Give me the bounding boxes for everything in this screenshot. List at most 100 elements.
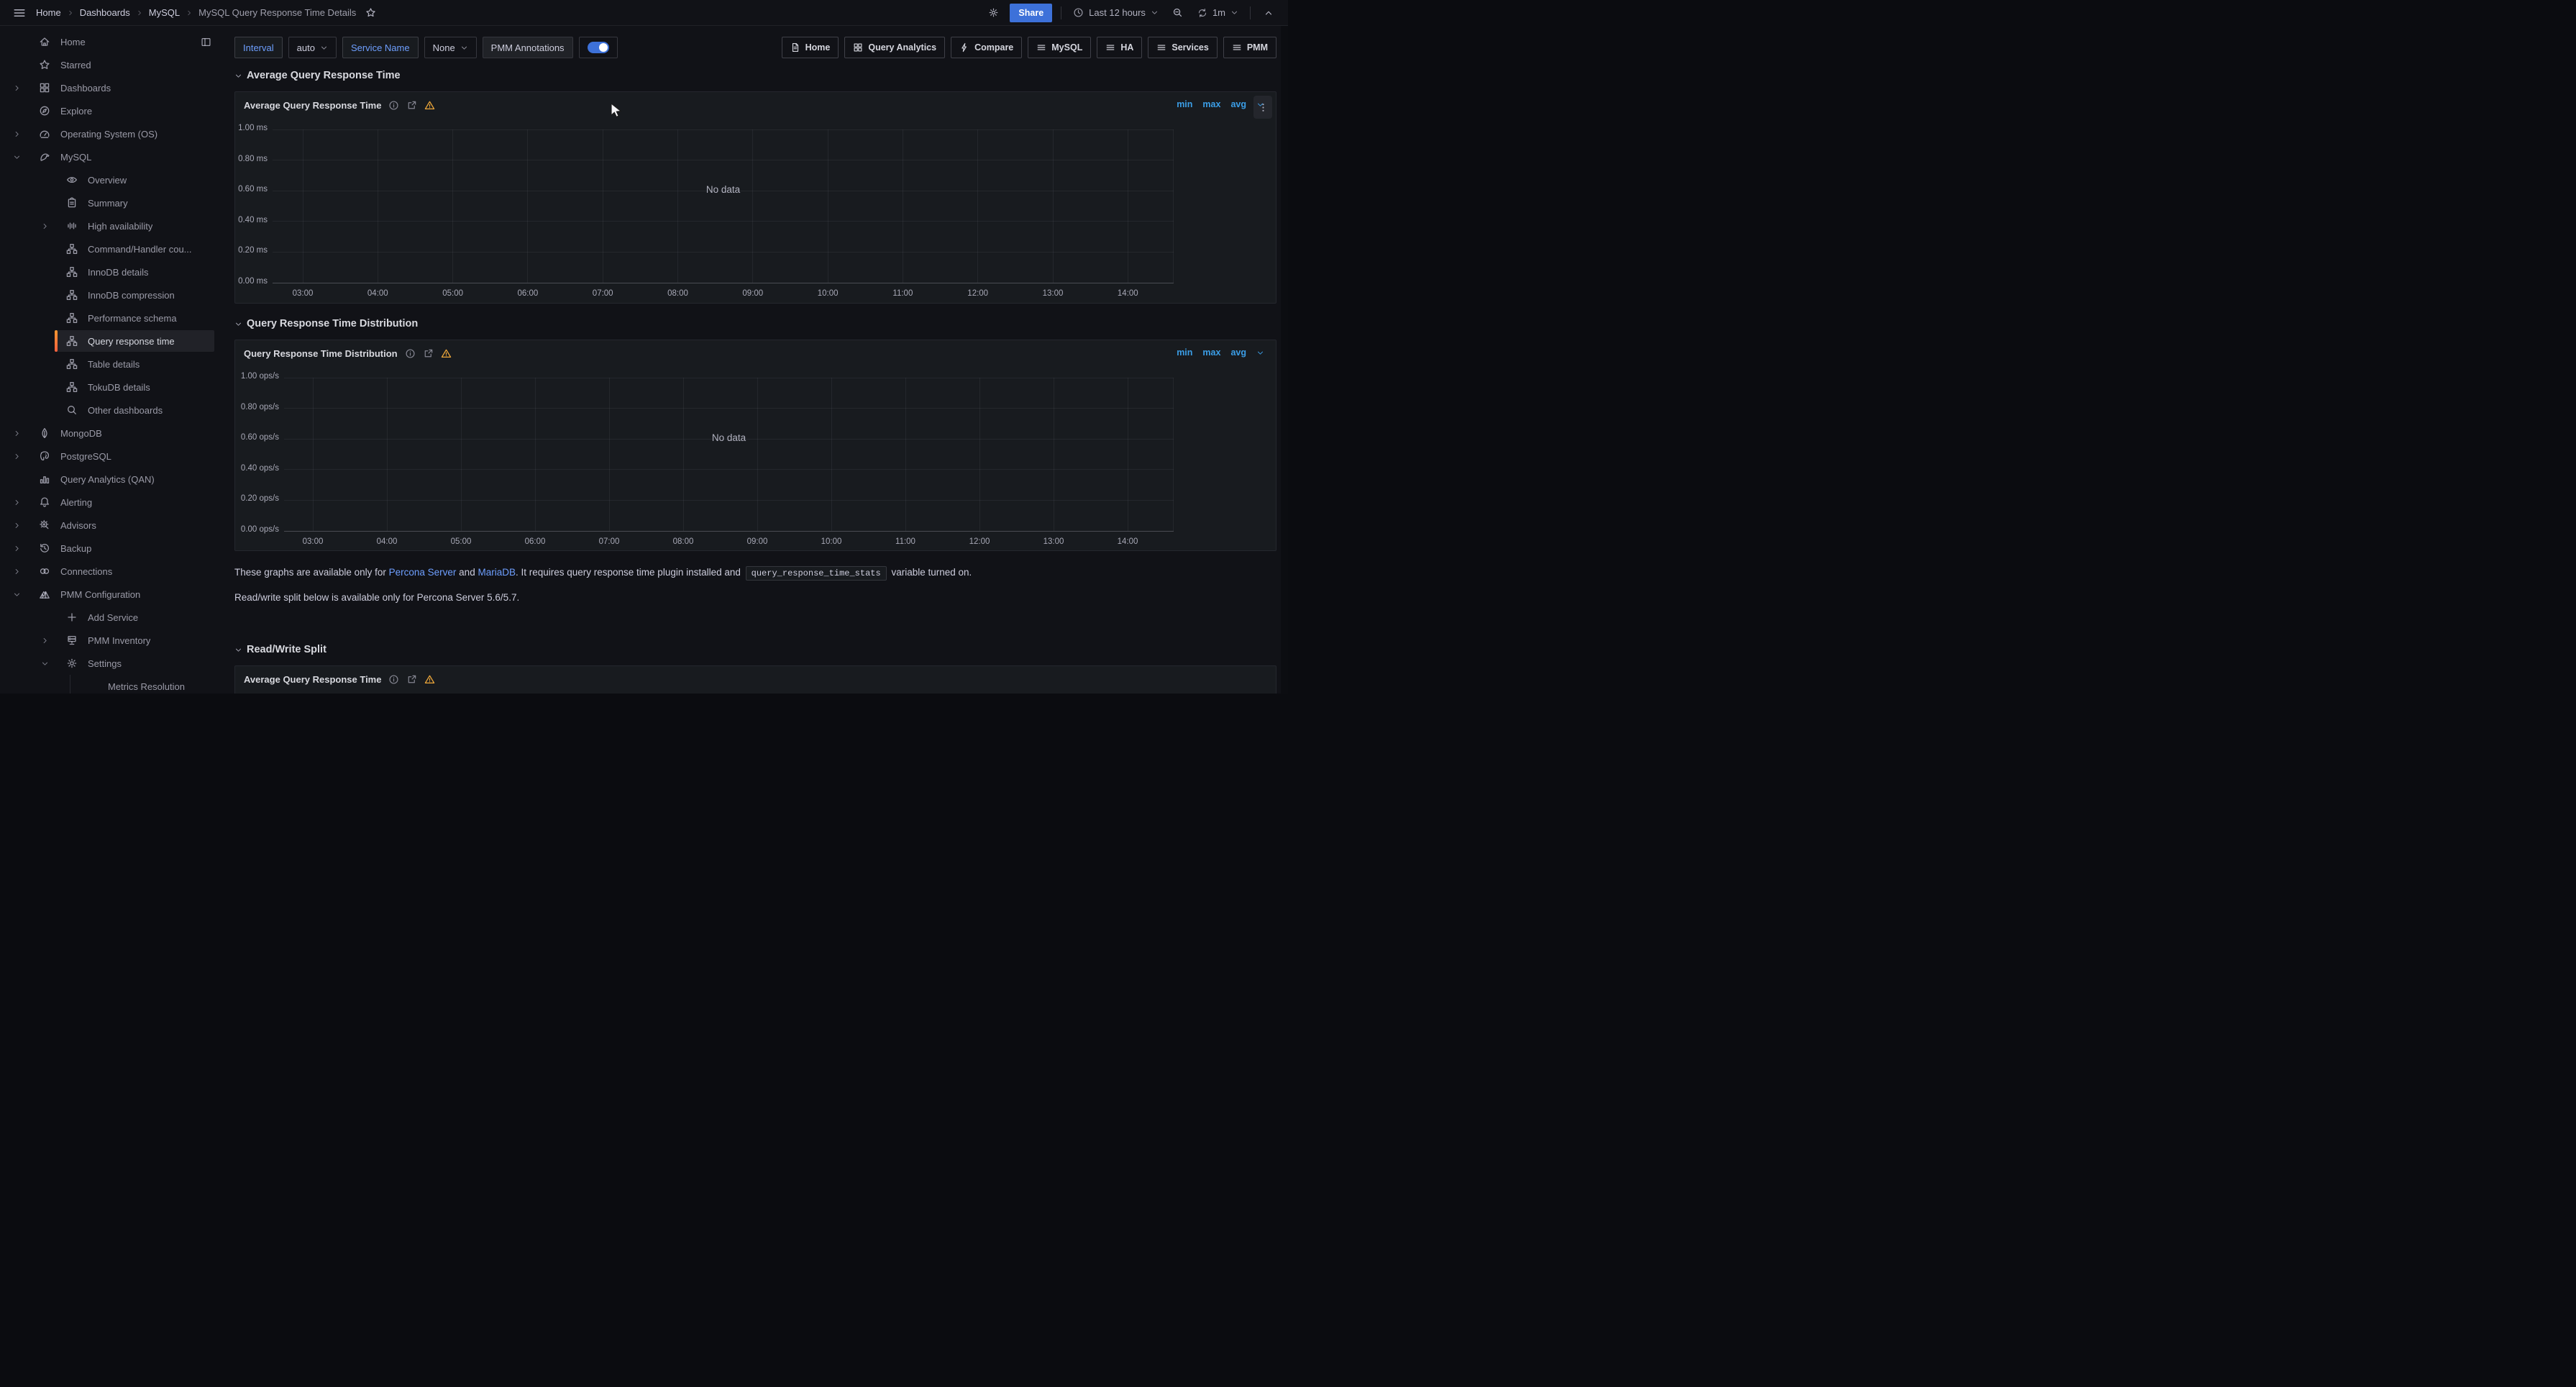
favorite-star-button[interactable] xyxy=(363,4,378,22)
sidebar-item-postgresql[interactable]: PostgreSQL xyxy=(0,445,223,468)
sidebar-item-metrics-resolution[interactable]: Metrics Resolution xyxy=(0,675,223,694)
chevron-right-icon[interactable] xyxy=(13,568,21,576)
sidebar-item-dashboards[interactable]: Dashboards xyxy=(0,76,223,99)
breadcrumb-item[interactable]: Dashboards xyxy=(80,7,130,18)
sidebar-item-explore[interactable]: Explore xyxy=(0,99,223,122)
section-header-query-response-time-distribution[interactable]: Query Response Time Distribution xyxy=(234,318,1276,329)
sitemap-icon xyxy=(66,312,78,324)
sidebar-item-performance-schema[interactable]: Performance schema xyxy=(0,306,223,329)
menu-toggle-button[interactable] xyxy=(10,4,29,22)
zoom-out-time-button[interactable] xyxy=(1169,4,1187,22)
link-button-pmm[interactable]: PMM xyxy=(1223,37,1276,58)
sidebar-item-tokudb-details[interactable]: TokuDB details xyxy=(0,376,223,399)
sidebar-item-operating-system-os[interactable]: Operating System (OS) xyxy=(0,122,223,145)
list-icon xyxy=(1232,42,1242,53)
chevron-right-icon[interactable] xyxy=(13,84,21,92)
pmm-annotations-toggle[interactable] xyxy=(579,37,618,58)
sidebar-item-mysql[interactable]: MySQL xyxy=(0,145,223,168)
chevron-down-icon[interactable] xyxy=(41,660,49,668)
legend-item-max[interactable]: max xyxy=(1202,99,1220,109)
sidebar-item-add-service[interactable]: Add Service xyxy=(0,606,223,629)
chevron-right-icon[interactable] xyxy=(13,499,21,506)
chevron-right-icon[interactable] xyxy=(13,429,21,437)
chevron-right-icon[interactable] xyxy=(13,453,21,460)
mariadb-link[interactable]: MariaDB xyxy=(478,567,516,578)
link-button-ha[interactable]: HA xyxy=(1097,37,1142,58)
info-icon[interactable] xyxy=(388,100,399,111)
sidebar-item-settings[interactable]: Settings xyxy=(0,652,223,675)
sidebar-item-pmm-inventory[interactable]: PMM Inventory xyxy=(0,629,223,652)
sidebar-item-alerting[interactable]: Alerting xyxy=(0,491,223,514)
info-icon[interactable] xyxy=(388,674,399,685)
sidebar-item-connections[interactable]: Connections xyxy=(0,560,223,583)
time-range-picker[interactable]: Last 12 hours xyxy=(1070,7,1161,18)
sidebar-item-innodb-compression[interactable]: InnoDB compression xyxy=(0,283,223,306)
chevron-down-icon[interactable] xyxy=(1256,349,1264,357)
link-button-query-analytics[interactable]: Query Analytics xyxy=(844,37,945,58)
chevron-down-icon[interactable] xyxy=(13,591,21,599)
sidebar-item-command-handler-cou[interactable]: Command/Handler cou... xyxy=(0,237,223,260)
chevron-right-icon[interactable] xyxy=(13,130,21,138)
sidebar-item-advisors[interactable]: Advisors xyxy=(0,514,223,537)
page-scrollbar[interactable] xyxy=(1281,26,1288,694)
section-header-read-write-split[interactable]: Read/Write Split xyxy=(234,644,1276,655)
legend-item-min[interactable]: min xyxy=(1177,99,1192,109)
x-axis-tick-label: 05:00 xyxy=(442,289,463,298)
divider xyxy=(1250,6,1251,19)
chevron-right-icon[interactable] xyxy=(41,637,49,645)
y-axis-tick-label: 0.20 ops/s xyxy=(241,494,279,503)
sidebar-item-summary[interactable]: Summary xyxy=(0,191,223,214)
warning-icon[interactable] xyxy=(424,674,435,685)
chevron-down-icon xyxy=(1256,349,1264,357)
chevron-right-icon[interactable] xyxy=(13,545,21,552)
interval-variable-select[interactable]: auto xyxy=(288,37,337,58)
sidebar-item-backup[interactable]: Backup xyxy=(0,537,223,560)
legend-item-max[interactable]: max xyxy=(1202,347,1220,358)
sidebar-item-innodb-details[interactable]: InnoDB details xyxy=(0,260,223,283)
link-button-services[interactable]: Services xyxy=(1148,37,1217,58)
legend-item-min[interactable]: min xyxy=(1177,347,1192,358)
external-link-icon[interactable] xyxy=(406,100,417,111)
chevron-right-icon[interactable] xyxy=(41,222,49,230)
percona-server-link[interactable]: Percona Server xyxy=(389,567,457,578)
sidebar-item-high-availability[interactable]: High availability xyxy=(0,214,223,237)
external-link-icon[interactable] xyxy=(423,348,434,359)
sidebar-item-overview[interactable]: Overview xyxy=(0,168,223,191)
service-name-variable-select[interactable]: None xyxy=(424,37,477,58)
panel-title[interactable]: Average Query Response Time xyxy=(244,100,381,111)
refresh-picker[interactable]: 1m xyxy=(1195,7,1241,18)
sidebar-item-label: InnoDB compression xyxy=(88,290,175,301)
warning-icon[interactable] xyxy=(424,100,435,111)
sidebar-item-query-analytics-qan[interactable]: Query Analytics (QAN) xyxy=(0,468,223,491)
chevron-right-icon[interactable] xyxy=(13,522,21,529)
breadcrumb-item[interactable]: MySQL xyxy=(149,7,180,18)
link-button-compare[interactable]: Compare xyxy=(951,37,1022,58)
share-button[interactable]: Share xyxy=(1010,4,1052,22)
dashboard-settings-button[interactable] xyxy=(984,4,1002,22)
info-icon[interactable] xyxy=(405,348,416,359)
panel-title[interactable]: Average Query Response Time xyxy=(244,674,381,685)
legend-item-avg[interactable]: avg xyxy=(1230,99,1246,109)
sidebar-item-other-dashboards[interactable]: Other dashboards xyxy=(0,399,223,422)
chevron-down-icon[interactable] xyxy=(13,153,21,161)
chevron-down-icon[interactable] xyxy=(1256,101,1264,109)
panel-title[interactable]: Query Response Time Distribution xyxy=(244,348,398,359)
link-button-home[interactable]: Home xyxy=(782,37,839,58)
sidebar-item-query-response-time[interactable]: Query response time xyxy=(0,329,223,353)
sidebar-item-table-details[interactable]: Table details xyxy=(0,353,223,376)
list-icon xyxy=(1156,42,1166,53)
sidebar-item-mongodb[interactable]: MongoDB xyxy=(0,422,223,445)
link-button-mysql[interactable]: MySQL xyxy=(1028,37,1091,58)
chevron-down-icon xyxy=(1256,101,1264,109)
warning-icon[interactable] xyxy=(441,348,452,359)
external-link-icon[interactable] xyxy=(406,674,417,685)
sidebar-item-starred[interactable]: Starred xyxy=(0,53,223,76)
legend-item-avg[interactable]: avg xyxy=(1230,347,1246,358)
sidebar-item-pmm-configuration[interactable]: PMM Configuration xyxy=(0,583,223,606)
section-header-average-query-response-time[interactable]: Average Query Response Time xyxy=(234,70,1276,81)
sidebar-item-home[interactable]: Home xyxy=(0,30,223,53)
breadcrumb-item[interactable]: Home xyxy=(36,7,61,18)
collapse-navbar-button[interactable] xyxy=(1259,4,1278,22)
panel-left-icon[interactable] xyxy=(201,37,211,47)
panel-average-query-response-time: Average Query Response Time minmaxavg 0.… xyxy=(234,91,1276,304)
